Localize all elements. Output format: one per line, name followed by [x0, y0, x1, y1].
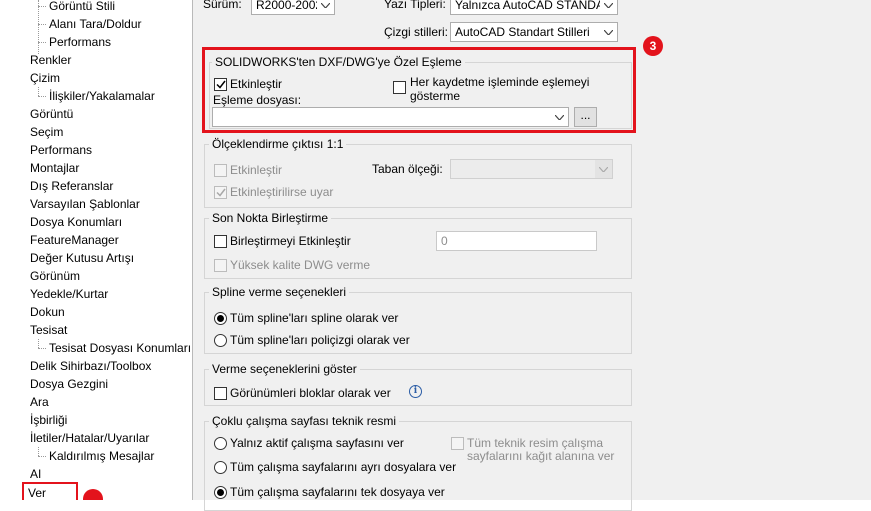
- tree-item-ai[interactable]: AI: [30, 465, 41, 483]
- merge-distance-input[interactable]: 0: [436, 231, 597, 251]
- tree-item-dosya-konumlari[interactable]: Dosya Konumları: [30, 213, 122, 231]
- tree-item-montajlar[interactable]: Montajlar: [30, 159, 79, 177]
- tree-item-tesisat-dosyasi[interactable]: Tesisat Dosyası Konumları: [49, 339, 191, 357]
- tree-item-yedekle[interactable]: Yedekle/Kurtar: [30, 285, 108, 303]
- info-icon[interactable]: i: [409, 385, 422, 398]
- chevron-down-icon: [595, 160, 612, 178]
- tree-connector: [38, 24, 46, 25]
- scale-warn-checkbox[interactable]: [214, 186, 227, 199]
- tree-item-varsayilan-sablonlar[interactable]: Varsayılan Şablonlar: [30, 195, 140, 213]
- scale-enable-label: Etkinleştir: [230, 163, 283, 177]
- callout-badge-3: 3: [643, 36, 663, 56]
- tree-item-isbirligi[interactable]: İşbirliği: [30, 411, 67, 429]
- paper-space-label-2: sayfalarını kağıt alanına ver: [467, 449, 615, 463]
- tree-item-deger-kutusu[interactable]: Değer Kutusu Artışı: [30, 249, 134, 267]
- separate-files-radio[interactable]: [214, 461, 227, 474]
- version-label: Sürüm:: [203, 0, 242, 11]
- tree-item-goruntu[interactable]: Görüntü: [30, 105, 73, 123]
- tree-item-goruntu-stili[interactable]: Görüntü Stili: [49, 0, 115, 15]
- views-as-blocks-label: Görünümleri bloklar olarak ver: [230, 386, 391, 400]
- tree-item-iletiler[interactable]: İletiler/Hatalar/Uyarılar: [30, 429, 149, 447]
- tree-item-ver[interactable]: Ver: [22, 482, 78, 500]
- spline-as-polyline-radio[interactable]: [214, 334, 227, 347]
- version-dropdown[interactable]: R2000-2002: [251, 0, 335, 15]
- multisheet-group-title: Çoklu çalışma sayfası teknik resmi: [209, 414, 400, 428]
- line-style-label: Çizgi stilleri:: [384, 25, 449, 39]
- scale-enable-checkbox[interactable]: [214, 164, 227, 177]
- chevron-down-icon: [600, 0, 617, 14]
- version-value: R2000-2002: [256, 0, 323, 12]
- scale-group-title: Ölçeklendirme çıktısı 1:1: [209, 137, 347, 151]
- tree-item-tesisat[interactable]: Tesisat: [30, 321, 67, 339]
- spline-as-spline-radio[interactable]: [214, 312, 227, 325]
- line-style-dropdown[interactable]: AutoCAD Standart Stilleri: [450, 22, 618, 42]
- tree-item-gorunum[interactable]: Görünüm: [30, 267, 80, 285]
- tree-connector: [38, 339, 39, 348]
- tree-item-iliskiler[interactable]: İlişkiler/Yakalamalar: [49, 87, 155, 105]
- tree-connector: [38, 447, 39, 456]
- active-sheet-radio[interactable]: [214, 437, 227, 450]
- font-label: Yazı Tipleri:: [384, 0, 446, 11]
- single-file-radio[interactable]: [214, 486, 227, 499]
- hq-dwg-checkbox[interactable]: [214, 259, 227, 272]
- paper-space-label-1: Tüm teknik resim çalışma: [467, 436, 604, 450]
- tree-item-dosya-gezgini[interactable]: Dosya Gezgini: [30, 375, 108, 393]
- tree-connector: [38, 42, 46, 43]
- font-value: Yalnızca AutoCAD STANDARD: [455, 0, 618, 12]
- merge-enable-checkbox[interactable]: [214, 235, 227, 248]
- tree-item-featuremanager[interactable]: FeatureManager: [30, 231, 119, 249]
- tree-connector: [38, 87, 39, 96]
- views-as-blocks-checkbox[interactable]: [214, 387, 227, 400]
- chevron-down-icon: [317, 0, 334, 14]
- active-sheet-label: Yalnız aktif çalışma sayfasını ver: [230, 436, 404, 450]
- checkmark-icon: [216, 188, 226, 197]
- tree-item-dis-referanslar[interactable]: Dış Referanslar: [30, 177, 113, 195]
- tree-connector: [38, 96, 46, 97]
- tree-item-delik-sihirbazi[interactable]: Delik Sihirbazı/Toolbox: [30, 357, 151, 375]
- tree-item-cizim[interactable]: Çizim: [30, 69, 60, 87]
- tree-item-dokun[interactable]: Dokun: [30, 303, 65, 321]
- tree-item-secim[interactable]: Seçim: [30, 123, 63, 141]
- chevron-down-icon: [600, 23, 617, 41]
- single-file-label: Tüm çalışma sayfalarını tek dosyaya ver: [230, 485, 445, 499]
- paper-space-checkbox[interactable]: [451, 437, 464, 450]
- tree-item-kaldirilmis-mesajlar[interactable]: Kaldırılmış Mesajlar: [49, 447, 154, 465]
- tree-item-alani-tara[interactable]: Alanı Tara/Doldur: [49, 15, 142, 33]
- highlight-frame: [202, 47, 636, 133]
- hq-dwg-label: Yüksek kalite DWG verme: [230, 258, 371, 272]
- spline-group-title: Spline verme seçenekleri: [209, 285, 350, 299]
- base-scale-dropdown[interactable]: [450, 159, 613, 179]
- tree-item-performans[interactable]: Performans: [30, 141, 92, 159]
- show-options-group-title: Verme seçeneklerini göster: [209, 362, 360, 376]
- tree-connector: [38, 348, 46, 349]
- font-dropdown[interactable]: Yalnızca AutoCAD STANDARD: [450, 0, 618, 15]
- spline-as-spline-label: Tüm spline'ları spline olarak ver: [230, 311, 399, 325]
- base-scale-label: Taban ölçeği:: [372, 162, 443, 176]
- tree-connector: [38, 0, 39, 54]
- tree-item-performans-sub[interactable]: Performans: [49, 33, 111, 51]
- tree-connector: [38, 6, 46, 7]
- merge-enable-label: Birleştirmeyi Etkinleştir: [230, 234, 351, 248]
- spline-as-polyline-label: Tüm spline'ları poliçizgi olarak ver: [230, 333, 410, 347]
- options-tree[interactable]: Görüntü Stili Alanı Tara/Doldur Performa…: [0, 0, 193, 500]
- line-style-value: AutoCAD Standart Stilleri: [455, 25, 590, 39]
- tree-item-renkler[interactable]: Renkler: [30, 51, 71, 69]
- scale-warn-label: Etkinleştirilirse uyar: [230, 185, 334, 199]
- callout-badge-partial: [83, 489, 103, 500]
- tree-connector: [38, 456, 46, 457]
- separate-files-label: Tüm çalışma sayfalarını ayrı dosyalara v…: [230, 460, 457, 474]
- tree-item-ara[interactable]: Ara: [30, 393, 49, 411]
- endpoint-group-title: Son Nokta Birleştirme: [209, 211, 332, 225]
